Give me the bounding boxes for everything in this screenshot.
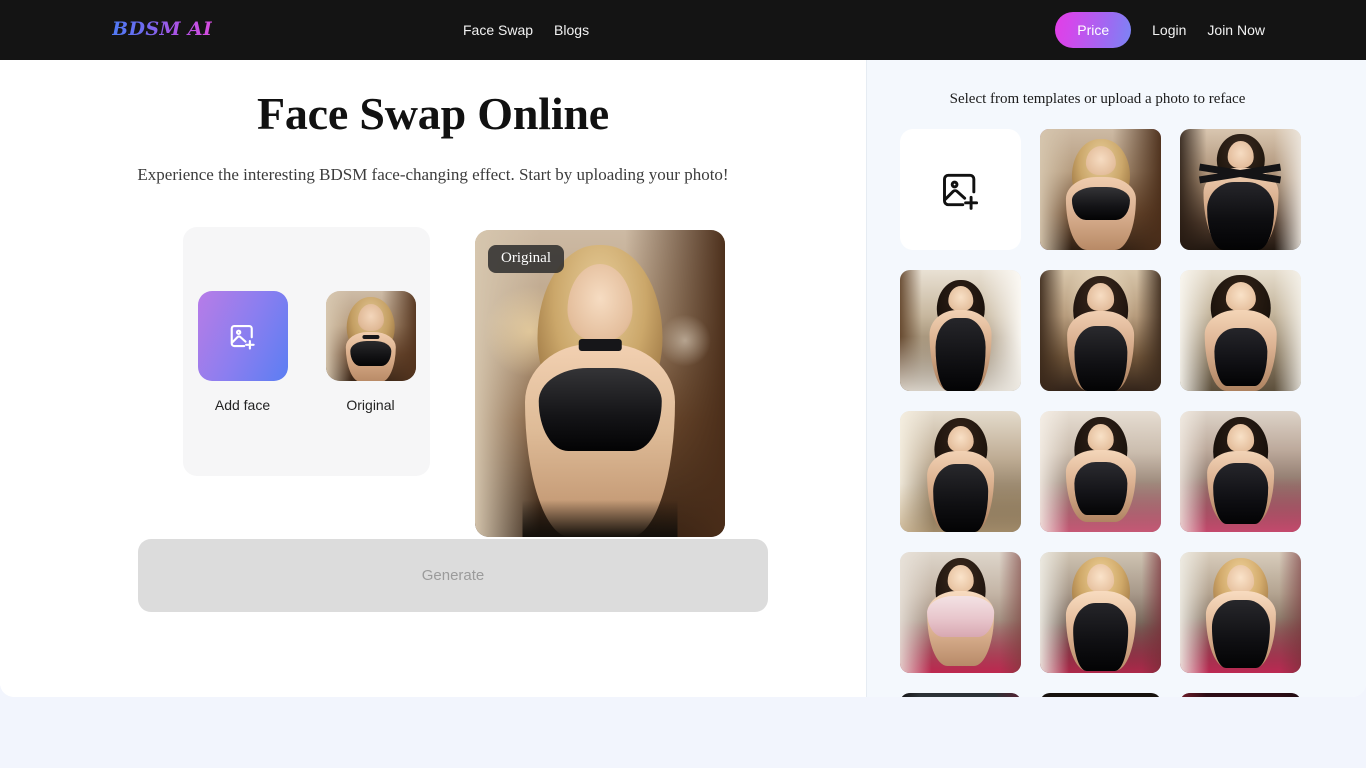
add-face-button[interactable] [197, 290, 288, 381]
template-bedroom-lace[interactable] [900, 411, 1021, 532]
price-button[interactable]: Price [1055, 12, 1132, 48]
add-face-slot: Add face [197, 290, 288, 413]
nav-face-swap[interactable]: Face Swap [463, 23, 533, 37]
template-window-room-corset[interactable] [900, 270, 1021, 391]
template-sidebar: Select from templates or upload a photo … [866, 60, 1366, 697]
preview-badge: Original [488, 245, 564, 273]
site-logo[interactable]: BDSM AI [112, 18, 212, 40]
face-upload-card: Add face Original [183, 227, 430, 476]
image-plus-icon [942, 173, 978, 210]
template-blonde-garter-window[interactable] [1040, 552, 1161, 673]
template-upload-tile[interactable] [900, 129, 1021, 250]
template-blonde-leather-bra[interactable] [1040, 129, 1161, 250]
original-face-slot: Original [325, 290, 416, 413]
template-twin-tails-bikini[interactable] [1180, 270, 1301, 391]
image-plus-icon [230, 324, 255, 350]
join-now-link[interactable]: Join Now [1207, 22, 1265, 38]
template-grid [900, 129, 1303, 697]
nav-blogs[interactable]: Blogs [554, 23, 589, 37]
login-link[interactable]: Login [1152, 22, 1186, 38]
main-content: Face Swap Online Experience the interest… [0, 60, 866, 697]
original-face-label: Original [346, 396, 395, 413]
template-short-hair-harness[interactable] [1180, 129, 1301, 250]
primary-nav: Face Swap Blogs [463, 0, 589, 60]
page-shell: Face Swap Online Experience the interest… [0, 60, 1366, 697]
template-pink-bed-stockings[interactable] [1180, 411, 1301, 532]
template-floral-robe-bedroom[interactable] [900, 552, 1021, 673]
generate-button[interactable]: Generate [138, 539, 768, 612]
template-blonde-lace-pink-couch[interactable] [1180, 552, 1301, 673]
page-background-footer [0, 697, 1366, 768]
add-face-label: Add face [214, 396, 271, 413]
account-nav: Price Login Join Now [1055, 0, 1265, 60]
preview-image[interactable]: Original [475, 230, 725, 537]
template-pink-bed-sheer[interactable] [1040, 411, 1161, 532]
original-face-thumbnail[interactable] [325, 290, 416, 381]
page-title: Face Swap Online [256, 88, 610, 139]
template-hallway-harness[interactable] [1040, 270, 1161, 391]
template-panel-title: Select from templates or upload a photo … [949, 91, 1246, 107]
site-header: BDSM AI Face Swap Blogs Price Login Join… [0, 0, 1366, 60]
page-subtitle: Experience the interesting BDSM face-cha… [137, 165, 729, 184]
